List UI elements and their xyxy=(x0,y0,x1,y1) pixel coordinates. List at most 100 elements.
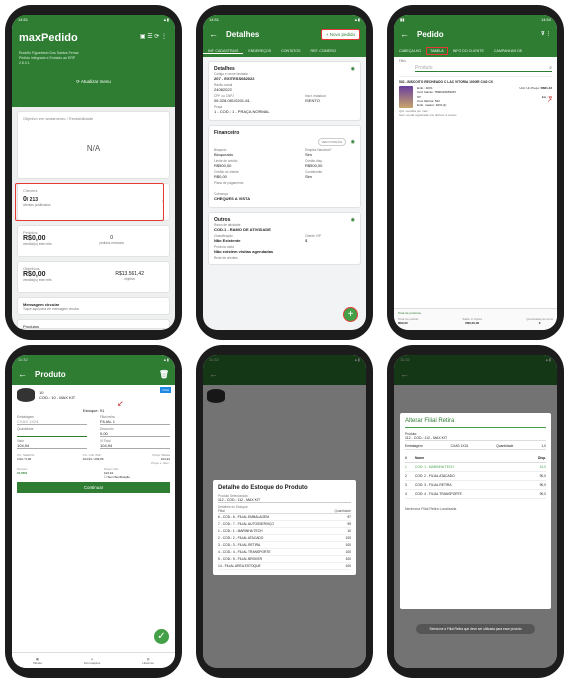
discount-input[interactable]: 0,00 xyxy=(100,431,170,437)
tab-campanhas[interactable]: CAMPANHAS DE xyxy=(489,49,528,53)
bottom-nav: ▦ Tabela ● Informações ▥ Histórico xyxy=(12,652,175,668)
continue-button[interactable]: Continuar xyxy=(17,482,170,493)
client-credit-value: R$0,00 xyxy=(214,174,227,179)
circular-message-card[interactable]: Mensagem circular Toque aqui para ver me… xyxy=(17,297,170,315)
stock-branch: 3 - COD.: 3 - FILIAL RETIRA xyxy=(218,543,261,547)
confirm-fab-button[interactable]: ✓ xyxy=(154,629,169,644)
orders-value: R$0,00 xyxy=(23,235,46,242)
tab-inf-cadastrais[interactable]: INF. CADASTRAIS xyxy=(203,49,244,54)
selected-product: 112 - COD.: 112 - MAX KIT xyxy=(218,498,351,503)
no-branch-text: Nenhuma Filial Retira Localizada xyxy=(405,507,457,511)
stock-qty: 100 xyxy=(345,536,351,540)
label: Rede de clientes xyxy=(214,256,238,260)
stock-branch: 1 - COD.: 1 - MARINHA TECH xyxy=(218,529,263,533)
tab-enderecos[interactable]: ENDEREÇOS xyxy=(243,49,276,53)
branch-row[interactable]: 2 COD: 2 - FILIAL ATACADO 90,0 xyxy=(405,472,546,481)
nac-value: Sim xyxy=(305,152,312,157)
update-menu-button[interactable]: ⟳ Atualizar menu xyxy=(12,79,175,85)
branch-row[interactable]: 4 COD: 4 - FILIAL TRANSPORTE 90,0 xyxy=(405,490,546,499)
phone-home: 14:51 ▲▮ maxPedido ▣ ☰ ⟳ ⋮ Rodolfo Figuei… xyxy=(5,5,182,340)
goals-sub: vendido(s) este mês xyxy=(23,278,52,282)
back-arrow-icon[interactable]: ← xyxy=(400,29,409,39)
no-sales-note: Sem venda registrada nos últimos 3 meses xyxy=(399,113,457,117)
branch-table: 1 COD: 1 - MARINHA TECH 10,0 2 COD: 2 - FILI… xyxy=(405,463,546,499)
stock-branch: 4 - COD.: 4 - FILIAL TRANSPORTE xyxy=(218,550,271,554)
stock-row: 5 - COD.: 5 - FILIAL BROKER 100 xyxy=(218,556,351,563)
order-footer: Total de produtos Total do pedido R$0,00 … xyxy=(394,308,557,330)
tab-cabecalho[interactable]: CABEÇALHO xyxy=(394,49,426,53)
trash-icon[interactable]: 🗑 xyxy=(159,370,169,379)
filter-icon[interactable]: ⊽ ⋮ xyxy=(541,31,551,37)
product-image xyxy=(17,388,35,402)
phone-stock-detail: 11:32▲▮ ← Detalhe do Estoque do Produto … xyxy=(196,345,373,678)
tab-tabela[interactable]: TABELA xyxy=(426,47,448,55)
stock-row: 7 - COD.: 7 - FILIAL AUTOSSERVIÇO 99 xyxy=(218,521,351,528)
filter-label: Filtro xyxy=(399,59,407,63)
tab-ref-comercial[interactable]: REF. COMERCI xyxy=(306,49,342,53)
stock-row: 2 - COD.: 2 - FILIAL ATACADO 100 xyxy=(218,535,351,542)
app-logo: maxPedido xyxy=(19,32,78,44)
others-card: Outros ◉ Ramo de atividade COD.1 - RAMO DE… xyxy=(208,212,361,265)
product-value: 112 - COD.: 112 - MAX KIT xyxy=(405,436,546,441)
phone-change-branch: 11:32▲▮ ← Alterar Filial Retira Produto:… xyxy=(387,345,564,678)
tab-info-cliente[interactable]: INFO DO CLIENTE xyxy=(448,49,489,53)
eye-icon[interactable]: ◉ xyxy=(351,217,355,223)
product-name: COD.: 10 - MAX KIT xyxy=(39,395,76,400)
back-arrow-icon[interactable]: ← xyxy=(18,369,27,379)
nav-tabela[interactable]: ▦ Tabela xyxy=(33,657,42,665)
search-placeholder: Produto xyxy=(415,65,433,71)
master-emb: 40X1(1) xyxy=(435,103,447,108)
dialog-title: Alterar Filial Retira xyxy=(405,418,546,428)
add-fab-button[interactable]: + xyxy=(343,307,358,322)
new-order-button[interactable]: + Novo pedido xyxy=(320,28,360,40)
branch-row[interactable]: 3 COD: 3 - FILIAL RETIRA 90,0 xyxy=(405,481,546,490)
orders-sub: vendido(s) este mês xyxy=(23,242,52,246)
stock-branch: 2 - COD.: 2 - FILIAL ATACADO xyxy=(218,536,264,540)
dialog-title: Detalhe do Estoque do Produto xyxy=(218,485,308,491)
branch-select[interactable]: FILIAL 1 xyxy=(100,419,170,425)
products-card[interactable]: Produtos xyxy=(17,319,170,329)
value-input[interactable]: 104,94 xyxy=(17,443,87,449)
msg-sub: Toque aqui para ver mensagem circular xyxy=(23,307,79,311)
barcode-value: 7896423953067 xyxy=(434,90,457,95)
view-position-button[interactable]: VER POSIÇÃO xyxy=(317,138,347,146)
header-icons[interactable]: ▣ ☰ ⟳ ⋮ xyxy=(140,33,167,40)
stock-dialog: Detalhe do Estoque do Produto Produto Se… xyxy=(213,480,356,575)
search-icon[interactable]: ⌕ xyxy=(549,65,552,71)
social-value: 24082022 xyxy=(214,87,232,92)
cpf-value: 06.328.081/0201-81 xyxy=(214,98,250,103)
stock-qty: 100 xyxy=(345,543,351,547)
tab-contatos[interactable]: CONTATOS xyxy=(276,49,305,53)
branch-available: 90,0 xyxy=(539,474,546,478)
emb-value: CXAS 1X24 xyxy=(450,444,469,448)
nav-historico[interactable]: ▥ Histórico xyxy=(142,657,154,665)
branch-available: 10,0 xyxy=(539,465,546,469)
nav-informacoes[interactable]: ● Informações xyxy=(84,657,101,665)
product-list-item[interactable]: 532 - BISCOITO RECHEADO C LAC VITORIA 10… xyxy=(399,76,552,117)
goals-card[interactable]: Objetivos R$0,00 vendido(s) este mês R$13… xyxy=(17,261,170,293)
stock-qty: 10 xyxy=(347,529,351,533)
toast-message: Selecione a Filial Retira que deve ser u… xyxy=(416,624,535,634)
class-value: Não Existente xyxy=(214,238,241,243)
eye-icon[interactable]: ◉ xyxy=(351,66,355,72)
phone-order: ▮▮ 14:54 ← Pedido ⊽ ⋮ CABEÇALHO TABELA INFO… xyxy=(387,5,564,340)
eye-icon[interactable]: ◉ xyxy=(351,139,355,145)
orders-card[interactable]: Pedidos R$0,00 vendido(s) este mês 0 pedid… xyxy=(17,225,170,257)
cc-unit: 104,94 / 209,86 xyxy=(82,457,104,461)
branch-row[interactable]: 1 COD: 1 - MARINHA TECH 10,0 xyxy=(405,463,546,472)
packaging-select[interactable]: CXAS 1X24 xyxy=(17,419,87,425)
avail-value: R$500,00 xyxy=(305,163,323,168)
stock-qty: 99 xyxy=(347,522,351,526)
status-time: 14:51 xyxy=(209,16,220,22)
objective-card[interactable]: Objetivo em andamento / Rentabilidade N/… xyxy=(17,111,170,179)
home-header: 14:51 ▲▮ maxPedido ▣ ☰ ⟳ ⋮ Rodolfo Figuei… xyxy=(12,15,175,107)
stock-qty: 100 xyxy=(345,564,351,568)
back-arrow-icon[interactable]: ← xyxy=(209,29,218,39)
stock-qty: 97 xyxy=(347,515,351,519)
arrow-annotation-icon: ↙ xyxy=(117,399,124,408)
bonus-checkbox[interactable]: ☐ Sem Bonificação xyxy=(104,475,130,479)
block-value: Bloqueado xyxy=(214,152,234,157)
product-search-input[interactable]: Produto ⌕ xyxy=(415,65,552,72)
branch-name: COD: 3 - FILIAL RETIRA xyxy=(415,483,452,487)
infos-tag[interactable]: Infos xyxy=(160,387,171,393)
